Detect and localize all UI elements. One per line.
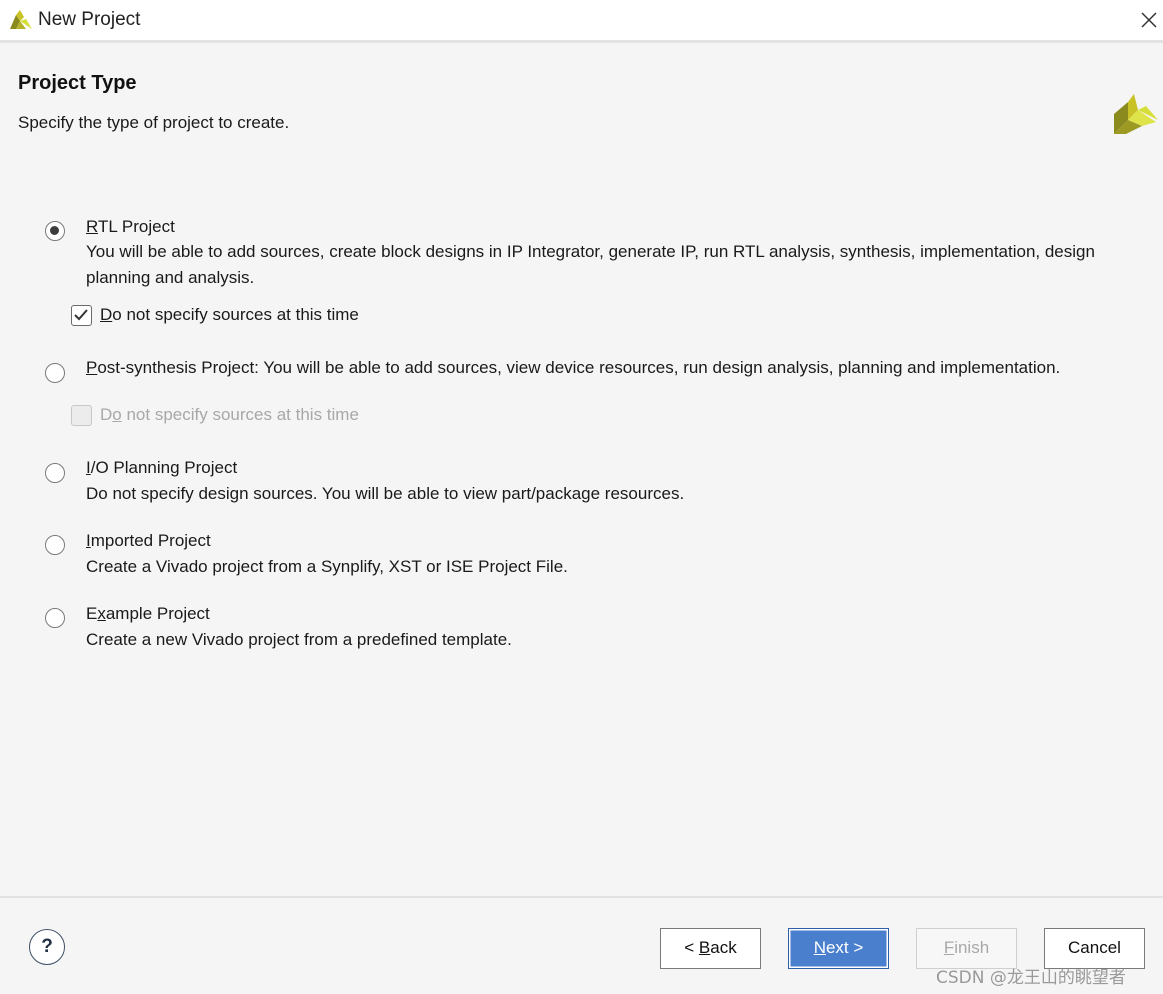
checkbox-label[interactable]: Do not specify sources at this time (100, 305, 359, 325)
button-text: ext > (825, 938, 864, 957)
radio-io-planning-project[interactable] (45, 463, 65, 483)
page-subtitle: Specify the type of project to create. (18, 113, 290, 132)
option-label[interactable]: Post-synthesis Project: You will be able… (86, 358, 1060, 378)
label-text: ample Project (105, 604, 210, 623)
label-text: o not specify sources at this time (112, 305, 359, 324)
back-button[interactable]: < Back (660, 928, 761, 969)
window-title: New Project (38, 9, 141, 30)
vivado-logo-icon (10, 10, 32, 29)
checkbox-do-not-specify-sources-post-synthesis[interactable] (71, 405, 92, 426)
label-text: mported Project (90, 531, 211, 550)
mnemonic: R (86, 217, 98, 236)
label-pre: E (86, 604, 98, 623)
button-pre: < (684, 938, 699, 957)
mnemonic: o (112, 405, 122, 424)
title-bar: New Project (0, 0, 1163, 43)
radio-imported-project[interactable] (45, 535, 65, 555)
page-header: Project Type Specify the type of project… (0, 46, 1163, 146)
mnemonic: F (943, 938, 955, 957)
radio-rtl-project[interactable] (45, 221, 65, 241)
checkmark-icon (74, 309, 88, 321)
label-text: /O Planning Project (90, 458, 238, 477)
option-label[interactable]: Imported Project (86, 531, 211, 551)
mnemonic: x (97, 604, 106, 623)
option-label[interactable]: I/O Planning Project (86, 458, 237, 478)
option-description: Create a Vivado project from a Synplify,… (86, 557, 568, 576)
watermark: CSDN @龙王山的眺望者 (936, 968, 1126, 988)
help-button[interactable]: ? (29, 929, 65, 965)
option-label[interactable]: Example Project (86, 604, 210, 624)
page-title: Project Type (18, 72, 137, 94)
close-icon[interactable] (1139, 10, 1159, 30)
option-description: Do not specify design sources. You will … (86, 484, 685, 503)
option-label[interactable]: RTL Project (86, 217, 175, 237)
radio-example-project[interactable] (45, 608, 65, 628)
checkbox-label: Do not specify sources at this time (100, 405, 359, 425)
radio-post-synthesis-project[interactable] (45, 363, 65, 383)
mnemonic: N (813, 938, 826, 957)
button-text: inish (954, 938, 990, 957)
vivado-logo-icon (1114, 94, 1158, 134)
mnemonic: P (86, 358, 98, 377)
label-pre: D (100, 405, 113, 424)
footer-divider (0, 896, 1163, 898)
next-button[interactable]: Next > (788, 928, 889, 969)
label-text: not specify sources at this time (121, 405, 359, 424)
mnemonic: B (698, 938, 711, 957)
button-text: ack (710, 938, 737, 957)
option-description: You will be able to add sources, create … (86, 242, 1095, 287)
option-description: Create a new Vivado project from a prede… (86, 630, 512, 649)
mnemonic: D (100, 305, 113, 324)
checkbox-do-not-specify-sources-rtl[interactable] (71, 305, 92, 326)
label-text: ost-synthesis Project: You will be able … (97, 358, 1061, 377)
label-text: TL Project (97, 217, 175, 236)
